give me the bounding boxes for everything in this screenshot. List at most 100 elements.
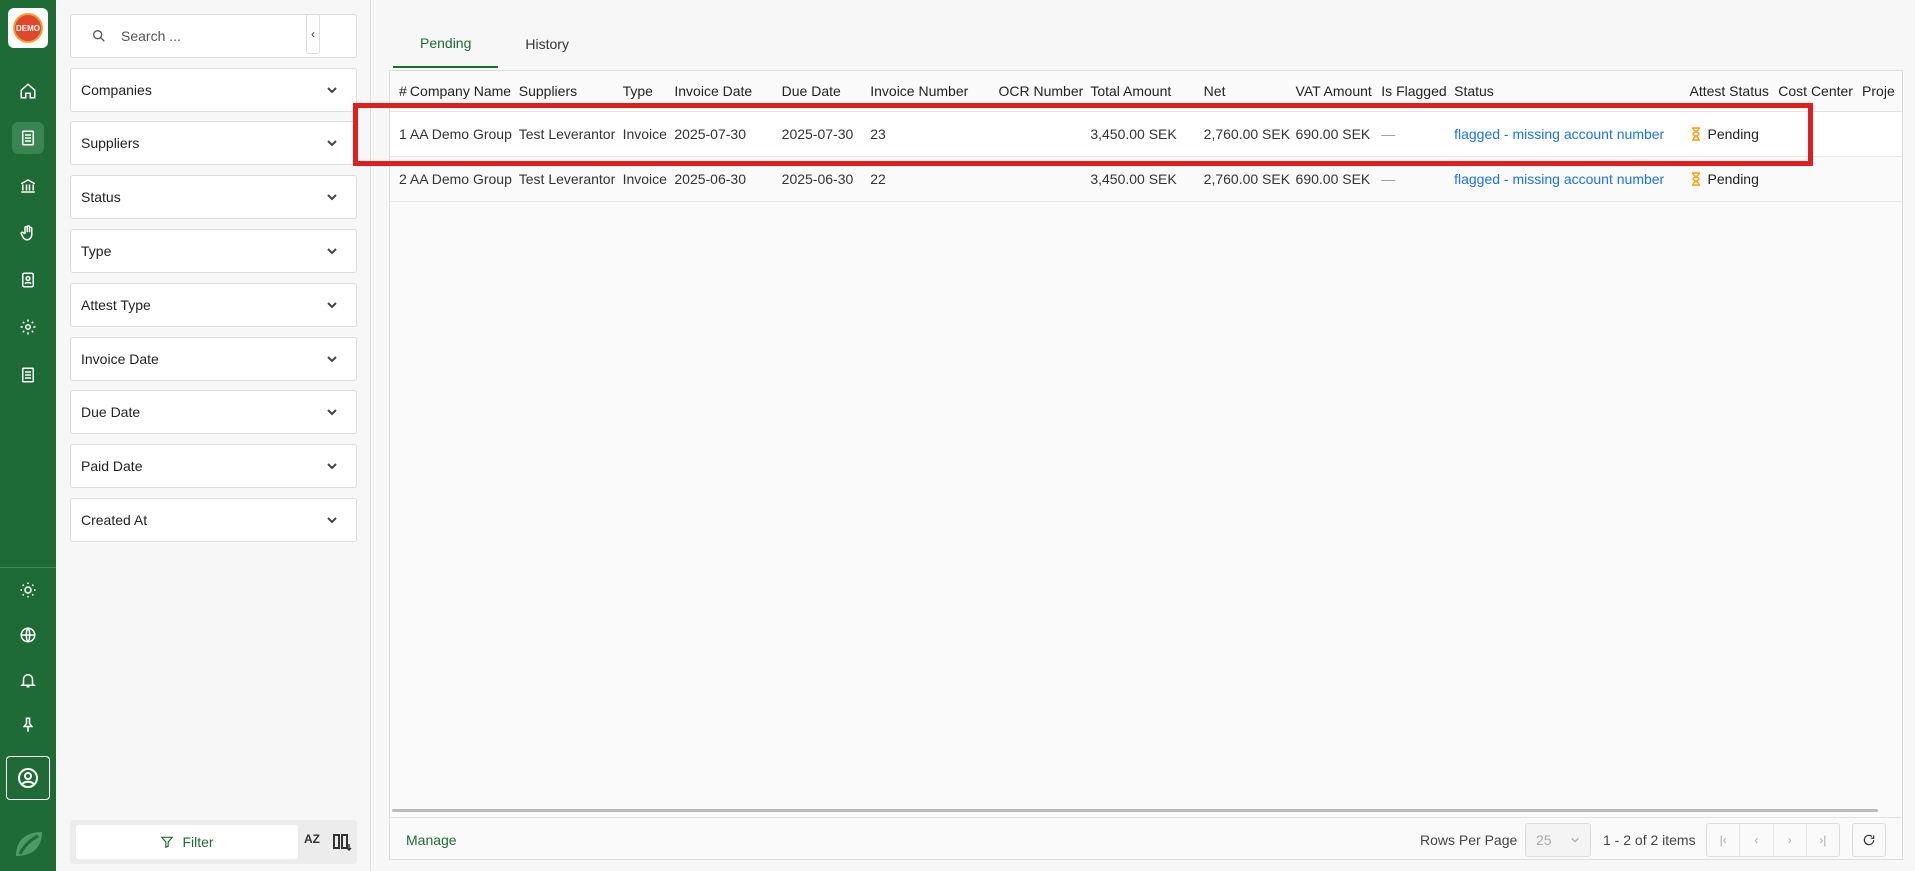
facet-type[interactable]: Type <box>70 229 357 273</box>
col-header-due-date[interactable]: Due Date <box>781 71 871 112</box>
facet-suppliers[interactable]: Suppliers <box>70 121 357 165</box>
chevron-down-icon <box>327 302 337 309</box>
col-header-index[interactable]: # <box>390 71 410 112</box>
cell-attest-status: Pending <box>1689 156 1779 202</box>
cell-invoice-date: 2025-06-30 <box>674 156 782 202</box>
status-link[interactable]: flagged - missing account number <box>1454 171 1664 187</box>
invoice-icon[interactable] <box>12 122 44 154</box>
settings-icon[interactable] <box>12 311 44 343</box>
table-row[interactable]: 1 AA Demo Group Test Leverantor Invoice … <box>390 111 1902 157</box>
facet-label: Invoice Date <box>81 351 159 367</box>
col-header-type[interactable]: Type <box>622 71 675 112</box>
main-panel: Pending History # Company Name Suppliers… <box>389 0 1915 871</box>
cell-net: 2,760.00 SEK <box>1203 111 1296 157</box>
attest-status-label: Pending <box>1707 125 1759 142</box>
cell-project <box>1862 156 1902 202</box>
prev-page-icon[interactable]: ‹ <box>1740 824 1774 856</box>
chevron-down-icon <box>1571 837 1579 843</box>
chevron-down-icon <box>327 194 337 201</box>
col-header-net[interactable]: Net <box>1203 71 1296 112</box>
cell-status: flagged - missing account number <box>1454 111 1690 157</box>
cell-invoice-number: 22 <box>870 156 999 202</box>
chevron-left-icon: ‹ <box>311 27 315 41</box>
col-header-status[interactable]: Status <box>1454 71 1690 112</box>
cell-total-amount: 3,450.00 SEK <box>1090 156 1204 202</box>
cell-is-flagged: — <box>1381 111 1455 157</box>
facet-companies[interactable]: Companies <box>70 68 357 112</box>
contacts-icon[interactable] <box>12 264 44 296</box>
cell-cost-center <box>1778 111 1863 157</box>
chevron-down-icon <box>327 517 337 524</box>
app-rail: DEMO <box>0 0 56 871</box>
invoice-grid: # Company Name Suppliers Type Invoice Da… <box>389 70 1903 860</box>
col-header-total-amount[interactable]: Total Amount <box>1090 71 1204 112</box>
col-header-project[interactable]: Proje <box>1862 71 1902 112</box>
chevron-down-icon <box>327 140 337 147</box>
tab-pending[interactable]: Pending <box>393 20 499 68</box>
col-header-cost-center[interactable]: Cost Center <box>1778 71 1863 112</box>
facet-invoice-date[interactable]: Invoice Date <box>70 337 357 381</box>
profile-icon[interactable] <box>6 756 50 800</box>
first-page-icon[interactable]: |‹ <box>1707 824 1741 856</box>
filter-sidebar: Companies Suppliers Status Type Attest T… <box>56 0 371 871</box>
col-header-invoice-date[interactable]: Invoice Date <box>674 71 782 112</box>
cell-due-date: 2025-06-30 <box>781 156 871 202</box>
facet-label: Attest Type <box>81 297 151 313</box>
horizontal-scrollbar[interactable] <box>392 809 1878 812</box>
home-icon[interactable] <box>12 75 44 107</box>
pin-icon[interactable] <box>12 709 44 741</box>
refresh-icon <box>1863 834 1875 846</box>
hourglass-icon <box>1691 171 1700 186</box>
chevron-down-icon <box>327 248 337 255</box>
col-header-invoice-number[interactable]: Invoice Number <box>870 71 999 112</box>
cell-vat-amount: 690.00 SEK <box>1295 156 1382 202</box>
next-page-icon[interactable]: › <box>1774 824 1807 856</box>
bank-icon[interactable] <box>12 170 44 202</box>
cell-ocr-number <box>998 156 1091 202</box>
filter-bar: Filter AZ <box>70 820 357 864</box>
theme-icon[interactable] <box>12 574 44 606</box>
facet-label: Companies <box>81 82 152 98</box>
filter-button[interactable]: Filter <box>76 825 298 859</box>
status-link[interactable]: flagged - missing account number <box>1454 126 1664 142</box>
sort-az-icon[interactable]: AZ <box>304 832 326 852</box>
tab-history[interactable]: History <box>498 20 596 68</box>
rail-divider <box>0 567 56 568</box>
facet-paid-date[interactable]: Paid Date <box>70 444 357 488</box>
facet-attest-type[interactable]: Attest Type <box>70 283 357 327</box>
document-icon[interactable] <box>12 359 44 391</box>
cell-total-amount: 3,450.00 SEK <box>1090 111 1204 157</box>
facet-due-date[interactable]: Due Date <box>70 390 357 434</box>
bell-icon[interactable] <box>12 664 44 696</box>
manage-link[interactable]: Manage <box>406 832 457 848</box>
col-header-is-flagged[interactable]: Is Flagged <box>1381 71 1455 112</box>
collapse-sidebar-button[interactable]: ‹ <box>306 14 320 54</box>
columns-icon[interactable] <box>332 832 352 852</box>
cell-index: 1 <box>390 111 410 157</box>
refresh-button[interactable] <box>1852 823 1886 857</box>
chevron-down-icon <box>327 87 337 94</box>
col-header-ocr-number[interactable]: OCR Number <box>998 71 1091 112</box>
col-header-suppliers[interactable]: Suppliers <box>518 71 623 112</box>
cell-index: 2 <box>390 156 410 202</box>
hourglass-icon <box>1691 126 1700 141</box>
hand-icon[interactable] <box>12 217 44 249</box>
globe-icon[interactable] <box>12 619 44 651</box>
facet-label: Type <box>81 243 112 259</box>
cell-net: 2,760.00 SEK <box>1203 156 1296 202</box>
app-logo[interactable]: DEMO <box>8 8 48 48</box>
rows-per-page-select[interactable]: 25 <box>1525 823 1591 857</box>
cell-due-date: 2025-07-30 <box>781 111 871 157</box>
table-row[interactable]: 2 AA Demo Group Test Leverantor Invoice … <box>390 156 1902 202</box>
cell-type: Invoice <box>622 156 675 202</box>
invoice-table: # Company Name Suppliers Type Invoice Da… <box>390 71 1902 202</box>
col-header-attest-status[interactable]: Attest Status <box>1689 71 1779 112</box>
last-page-icon[interactable]: ›| <box>1807 824 1839 856</box>
rows-per-page-label: Rows Per Page <box>1420 832 1518 848</box>
facet-status[interactable]: Status <box>70 175 357 219</box>
col-header-company[interactable]: Company Name <box>409 71 519 112</box>
attest-status-label: Pending <box>1707 170 1759 187</box>
col-header-vat-amount[interactable]: VAT Amount <box>1295 71 1382 112</box>
cell-supplier: Test Leverantor <box>518 111 623 157</box>
facet-created-at[interactable]: Created At <box>70 498 357 542</box>
